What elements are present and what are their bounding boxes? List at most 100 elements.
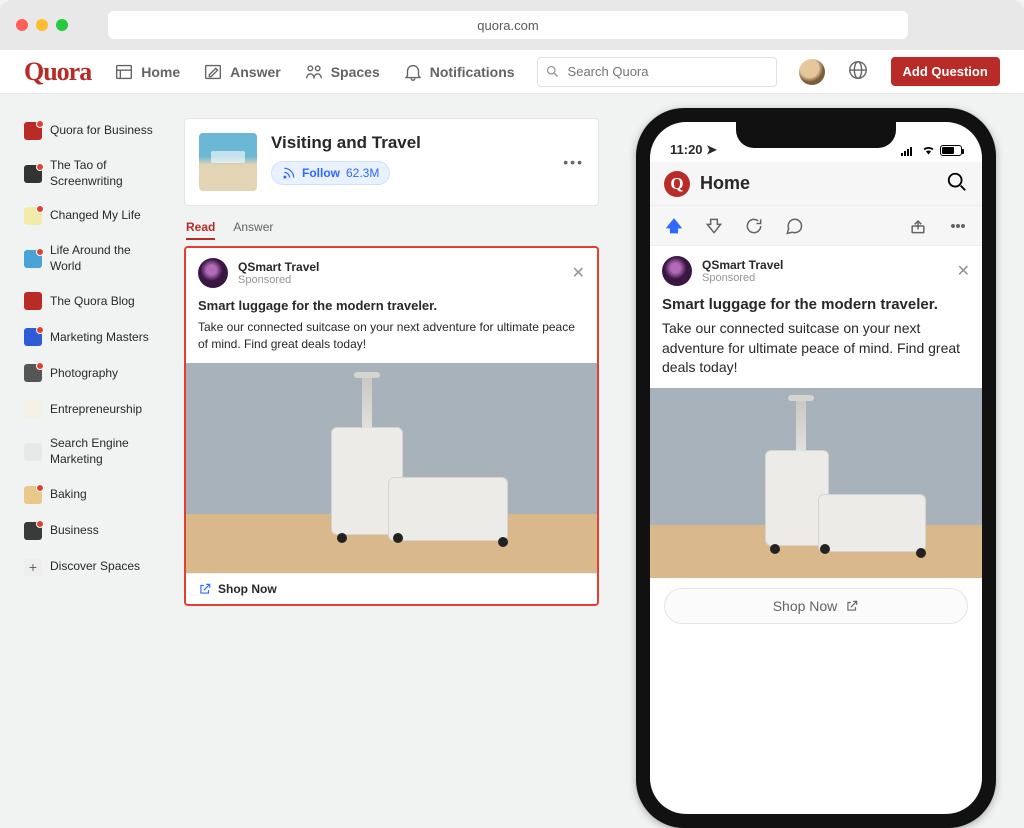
sidebar-item-life-world[interactable]: Life Around the World	[24, 239, 164, 278]
home-icon	[113, 61, 135, 83]
phone-search-button[interactable]	[946, 171, 968, 196]
topic-tabs: Read Answer	[186, 216, 599, 240]
ad-description: Take our connected suitcase on your next…	[650, 317, 982, 388]
tab-answer[interactable]: Answer	[233, 216, 273, 240]
sidebar-item-label: Discover Spaces	[50, 559, 140, 575]
space-icon	[24, 328, 42, 346]
add-question-button[interactable]: Add Question	[891, 57, 1000, 86]
wheel-icon	[770, 544, 780, 554]
sidebar-item-label: Search Engine Marketing	[50, 436, 164, 467]
sidebar-item-changed-life[interactable]: Changed My Life	[24, 203, 164, 229]
content-column: Visiting and Travel Follow 62.3M ••• Rea…	[184, 118, 599, 616]
pencil-icon	[202, 61, 224, 83]
share-icon[interactable]	[908, 216, 928, 236]
sponsored-label: Sponsored	[238, 274, 319, 286]
avatar[interactable]	[799, 59, 825, 85]
topic-main: Visiting and Travel Follow 62.3M	[271, 133, 549, 185]
nav-home-label: Home	[141, 64, 180, 80]
battery-icon	[940, 145, 962, 156]
phone-time: 11:20	[670, 142, 703, 157]
upvote-icon[interactable]	[664, 216, 684, 236]
sidebar-item-label: Entrepreneurship	[50, 402, 142, 418]
sidebar-item-photography[interactable]: Photography	[24, 360, 164, 386]
sidebar-item-label: Changed My Life	[50, 208, 141, 224]
maximize-window-icon[interactable]	[56, 19, 68, 31]
wheel-icon	[393, 533, 403, 543]
wheel-icon	[916, 548, 926, 558]
wheel-icon	[337, 533, 347, 543]
space-icon	[24, 207, 42, 225]
space-icon	[24, 122, 42, 140]
tab-read[interactable]: Read	[186, 216, 215, 240]
ad-cta-button[interactable]: Shop Now	[186, 573, 597, 604]
close-window-icon[interactable]	[16, 19, 28, 31]
nav-answer-label: Answer	[230, 64, 281, 80]
refresh-icon[interactable]	[744, 216, 764, 236]
sidebar-item-entrepreneurship[interactable]: Entrepreneurship	[24, 396, 164, 422]
sidebar-item-baking[interactable]: Baking	[24, 482, 164, 508]
sidebar-item-quora-business[interactable]: Quora for Business	[24, 118, 164, 144]
space-icon	[24, 400, 42, 418]
sidebar-item-business[interactable]: Business	[24, 518, 164, 544]
wifi-icon	[921, 143, 936, 158]
url-bar[interactable]: quora.com	[108, 11, 908, 39]
follow-button[interactable]: Follow 62.3M	[271, 161, 390, 185]
external-link-icon	[845, 599, 859, 613]
nav-answer[interactable]: Answer	[202, 61, 281, 83]
follow-label: Follow	[302, 166, 340, 180]
sidebar-item-label: The Tao of Screenwriting	[50, 158, 164, 189]
topic-image	[199, 133, 257, 191]
more-menu-button[interactable]: •••	[563, 154, 584, 170]
phone-ad-header: QSmart Travel Sponsored ✕	[650, 246, 982, 292]
window-controls	[16, 19, 68, 31]
close-icon[interactable]: ✕	[572, 263, 585, 283]
nav-spaces-label: Spaces	[331, 64, 380, 80]
search-input[interactable]	[537, 57, 777, 87]
phone-cta-button[interactable]: Shop Now	[664, 588, 968, 624]
signal-icon	[901, 146, 917, 156]
minimize-window-icon[interactable]	[36, 19, 48, 31]
downvote-icon[interactable]	[704, 216, 724, 236]
quora-logo[interactable]: Quora	[24, 57, 91, 87]
sponsored-label: Sponsored	[702, 272, 783, 284]
ad-headline: Smart luggage for the modern traveler.	[650, 292, 982, 317]
sponsored-ad-card[interactable]: QSmart Travel Sponsored ✕ Smart luggage …	[184, 246, 599, 606]
sidebar-item-label: Baking	[50, 487, 87, 503]
nav-home[interactable]: Home	[113, 61, 180, 83]
top-nav: Quora Home Answer Spaces Notifications A…	[0, 50, 1024, 94]
ad-image	[186, 363, 597, 573]
advertiser-name: QSmart Travel	[238, 260, 319, 274]
wheel-icon	[820, 544, 830, 554]
people-icon	[303, 61, 325, 83]
sidebar-discover-spaces[interactable]: +Discover Spaces	[24, 554, 164, 580]
sidebar-item-tao[interactable]: The Tao of Screenwriting	[24, 154, 164, 193]
nav-notifications[interactable]: Notifications	[402, 61, 515, 83]
ad-cta-label: Shop Now	[218, 582, 277, 596]
quora-logo-icon[interactable]: Q	[664, 171, 690, 197]
phone-cta-label: Shop Now	[773, 598, 838, 614]
external-link-icon	[198, 582, 212, 596]
globe-icon	[847, 59, 869, 81]
advertiser-avatar	[662, 256, 692, 286]
phone-toolbar	[650, 206, 982, 246]
topic-title: Visiting and Travel	[271, 133, 549, 153]
nav-notifications-label: Notifications	[430, 64, 515, 80]
ad-header: QSmart Travel Sponsored ✕	[186, 248, 597, 294]
nav-spaces[interactable]: Spaces	[303, 61, 380, 83]
language-button[interactable]	[847, 59, 869, 84]
more-icon[interactable]	[948, 216, 968, 236]
close-icon[interactable]: ✕	[957, 261, 970, 281]
search-box[interactable]	[537, 57, 777, 87]
sidebar-item-label: Quora for Business	[50, 123, 153, 139]
location-icon: ➤	[706, 142, 717, 157]
sidebar-item-label: Photography	[50, 366, 118, 382]
sidebar-item-marketing[interactable]: Marketing Masters	[24, 324, 164, 350]
space-icon	[24, 486, 42, 504]
follow-count: 62.3M	[346, 166, 379, 180]
phone-ad-card[interactable]: QSmart Travel Sponsored ✕ Smart luggage …	[650, 246, 982, 624]
sidebar-item-sem[interactable]: Search Engine Marketing	[24, 432, 164, 471]
sidebar-item-quora-blog[interactable]: The Quora Blog	[24, 288, 164, 314]
suitcase-lying-icon	[818, 494, 926, 552]
comment-icon[interactable]	[784, 216, 804, 236]
sidebar-item-label: Business	[50, 523, 99, 539]
